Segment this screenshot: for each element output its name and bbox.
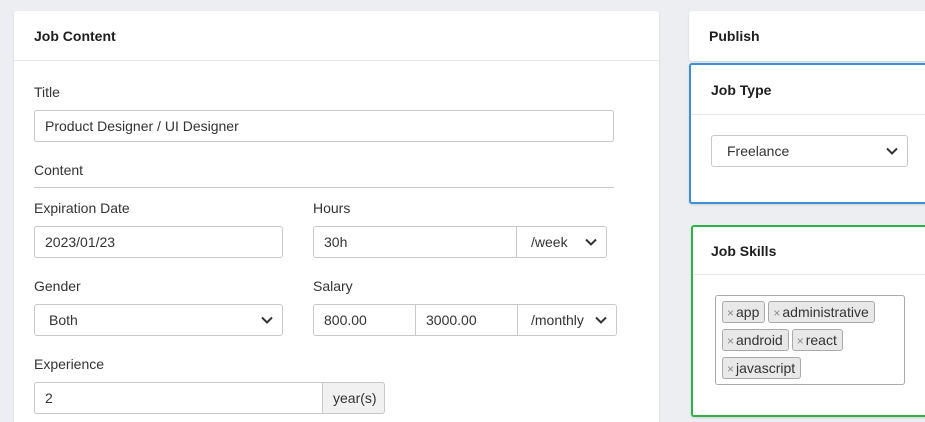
skill-tag: × javascript bbox=[722, 357, 802, 379]
job-type-value: Freelance bbox=[727, 143, 790, 159]
skill-tag: × administrative bbox=[768, 301, 875, 323]
experience-input[interactable]: 2 bbox=[34, 382, 323, 414]
gender-label: Gender bbox=[34, 278, 81, 294]
gender-value: Both bbox=[49, 312, 78, 328]
title-input[interactable]: Product Designer / UI Designer bbox=[34, 110, 614, 142]
experience-label: Experience bbox=[34, 356, 105, 372]
hours-unit-value: /week bbox=[531, 234, 568, 250]
remove-tag-icon[interactable]: × bbox=[727, 334, 734, 348]
experience-unit-addon: year(s) bbox=[322, 382, 385, 414]
remove-tag-icon[interactable]: × bbox=[727, 306, 734, 320]
job-skills-card: Job Skills × app × administrative × android ×… bbox=[691, 225, 925, 417]
salary-max-input[interactable]: 3000.00 bbox=[415, 304, 518, 336]
skill-tag: × app bbox=[722, 301, 766, 323]
job-skills-header: Job Skills bbox=[693, 227, 925, 275]
chevron-down-icon bbox=[595, 316, 607, 324]
job-type-header: Job Type bbox=[691, 65, 925, 115]
salary-period-value: /monthly bbox=[531, 312, 584, 328]
expiration-date-input[interactable]: 2023/01/23 bbox=[34, 226, 283, 258]
publish-header: Publish bbox=[709, 28, 760, 44]
chevron-down-icon bbox=[886, 147, 898, 155]
title-label: Title bbox=[34, 84, 60, 100]
salary-period-select[interactable]: /monthly bbox=[517, 304, 617, 336]
remove-tag-icon[interactable]: × bbox=[727, 362, 734, 376]
publish-card: Publish bbox=[689, 11, 925, 61]
hours-unit-select[interactable]: /week bbox=[516, 226, 607, 258]
salary-label: Salary bbox=[313, 278, 353, 294]
skill-tag: × react bbox=[791, 329, 843, 351]
content-label: Content bbox=[34, 162, 84, 178]
job-type-card: Job Type Freelance bbox=[689, 63, 925, 204]
job-type-select[interactable]: Freelance bbox=[711, 135, 908, 167]
skill-tag: × android bbox=[722, 329, 789, 351]
content-divider bbox=[34, 187, 614, 188]
chevron-down-icon bbox=[261, 316, 273, 324]
chevron-down-icon bbox=[585, 238, 597, 246]
job-content-header: Job Content bbox=[14, 11, 659, 61]
hours-input[interactable]: 30h bbox=[313, 226, 517, 258]
job-content-card: Job Content Title Product Designer / UI … bbox=[14, 11, 659, 422]
gender-select[interactable]: Both bbox=[34, 304, 283, 336]
salary-min-input[interactable]: 800.00 bbox=[313, 304, 416, 336]
skills-tag-input[interactable]: × app × administrative × android × react × java… bbox=[715, 295, 905, 385]
hours-label: Hours bbox=[313, 200, 351, 216]
remove-tag-icon[interactable]: × bbox=[797, 334, 804, 348]
expiration-date-label: Expiration Date bbox=[34, 200, 130, 216]
remove-tag-icon[interactable]: × bbox=[773, 306, 780, 320]
